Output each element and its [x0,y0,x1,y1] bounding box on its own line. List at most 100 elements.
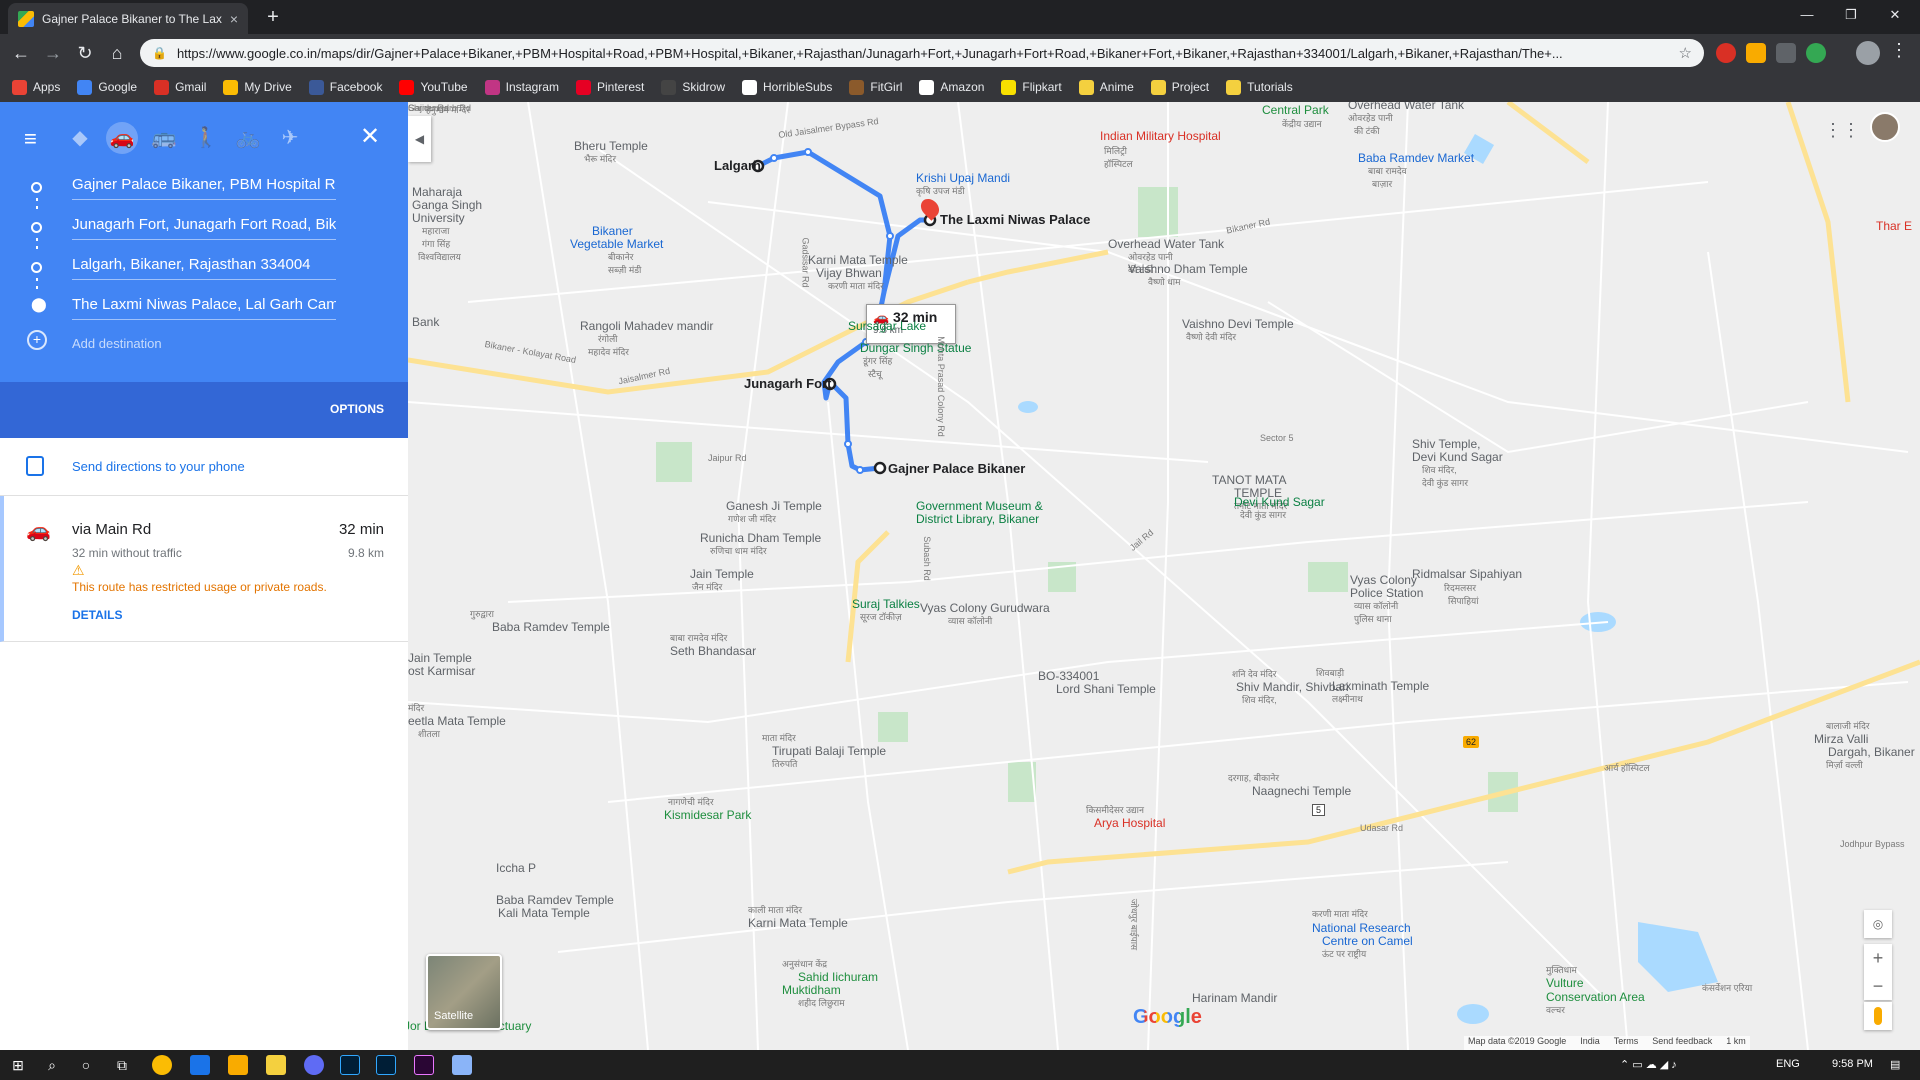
profile-avatar[interactable] [1856,41,1880,65]
place-label-laxmi-niwas[interactable]: The Laxmi Niwas Palace [940,213,1090,226]
map-label[interactable]: Devi Kund Sagar [1234,496,1325,509]
map-label[interactable]: ost Karmisar [408,665,475,678]
map-label[interactable]: Udasar Rd [1360,822,1403,835]
bookmark-facebook[interactable]: Facebook [308,79,382,95]
map-label[interactable]: मिर्ज़ा वल्ली [1826,759,1863,772]
map-label[interactable]: हॉस्पिटल [1104,158,1133,171]
best-mode-icon[interactable]: ◆ [64,122,96,154]
forward-icon[interactable]: → [40,40,66,66]
extension-icon[interactable] [1776,43,1796,63]
map-label[interactable]: Kismidesar Park [664,809,751,822]
map-label[interactable]: कृषि उपज मंडी [916,185,965,198]
bookmark-my-drive[interactable]: My Drive [223,79,292,95]
map-label[interactable]: Mohta Prasad Colony Rd [934,336,947,437]
map-label[interactable]: Bank [412,316,439,329]
windows-start-icon[interactable]: ⊞ [8,1055,28,1075]
chrome-icon[interactable] [152,1055,172,1075]
map-label[interactable]: वैष्णो धाम [1148,276,1181,289]
terms-link[interactable]: Terms [1614,1036,1639,1050]
map-label[interactable]: Centre on Camel [1322,935,1413,948]
bike-mode-icon[interactable]: 🚲 [232,122,264,154]
add-destination-icon[interactable]: + [27,330,47,350]
map-label[interactable]: Muktidham [782,984,841,997]
app-icon[interactable] [266,1055,286,1075]
region-link[interactable]: India [1580,1036,1600,1050]
extension-icon[interactable] [1716,43,1736,63]
map-label[interactable]: कंसर्वेशन एरिया [1702,982,1752,995]
apps-grid-icon[interactable]: ⋮⋮ [1824,120,1860,140]
my-location-button[interactable]: ◎ [1864,910,1892,938]
search-icon[interactable]: ⌕ [42,1055,62,1075]
bookmark-skidrow[interactable]: Skidrow [661,79,725,95]
details-button[interactable]: DETAILS [72,608,122,622]
map-label[interactable]: Iccha P [496,862,536,875]
bookmark-instagram[interactable]: Instagram [484,79,559,95]
waypoint-input-2[interactable]: Junagarh Fort, Junagarh Fort Road, Bik [72,212,336,240]
map-label[interactable]: Baba Ramdev Market [1358,152,1474,165]
zoom-out-button[interactable]: − [1864,972,1892,1000]
map-label[interactable]: बाज़ार [1372,178,1392,191]
map-label[interactable]: Tirupati Balaji Temple [772,745,886,758]
bookmark-amazon[interactable]: Amazon [919,79,984,95]
options-button[interactable]: OPTIONS [330,402,384,416]
map-label[interactable]: स्टैचू [868,368,882,381]
browser-menu-icon[interactable]: ⋮ [1890,40,1908,61]
map-label[interactable]: Ridmalsar Sipahiyan [1412,568,1522,581]
bookmark-gmail[interactable]: Gmail [154,79,206,95]
satellite-toggle[interactable]: Satellite [426,954,502,1030]
send-feedback-link[interactable]: Send feedback [1652,1036,1712,1050]
user-avatar[interactable] [1870,112,1900,142]
map-label[interactable]: गंगा सिंह [422,238,450,251]
map-label[interactable]: Jodhpur Bypass [1840,838,1905,851]
map-label[interactable]: विश्वविद्यालय [418,251,461,264]
map-label[interactable]: Central Park [1262,104,1329,117]
map-label[interactable]: शीतला [418,728,440,741]
zoom-in-button[interactable]: + [1864,944,1892,972]
map-label[interactable]: करणी माता मंदिर [1312,908,1368,921]
file-explorer-icon[interactable] [228,1055,248,1075]
map-label[interactable]: देवी कुंड सागर [1240,509,1286,522]
map-label[interactable]: आर्य हॉस्पिटल [1604,762,1650,775]
address-bar[interactable]: 🔒 https://www.google.co.in/maps/dir/Gajn… [140,39,1704,67]
map-label[interactable]: गुरुद्वारा [470,608,494,621]
map-label[interactable]: University [412,212,465,225]
send-to-phone-link[interactable]: Send directions to your phone [72,460,245,473]
close-directions-icon[interactable]: ✕ [360,122,380,151]
map-label[interactable]: शिव मंदिर, [1422,464,1457,477]
pegman-icon[interactable] [1864,1002,1892,1030]
photoshop-icon[interactable] [340,1055,360,1075]
bookmark-horriblesubs[interactable]: HorribleSubs [742,79,832,95]
tab-close-icon[interactable]: × [230,11,238,27]
extension-icon[interactable] [1806,43,1826,63]
send-to-phone-row[interactable]: Send directions to your phone [0,438,408,496]
walk-mode-icon[interactable]: 🚶 [190,122,222,154]
map-label[interactable]: करणी माता मंदिर [828,280,884,293]
map-label[interactable]: रिदमलसर [1444,582,1476,595]
bookmark-pinterest[interactable]: Pinterest [575,79,644,95]
map-label[interactable]: वैष्णो देवी मंदिर [1186,331,1236,344]
map-label[interactable]: Laxminath Temple [1332,680,1429,693]
route-option[interactable]: 🚗 via Main Rd 32 min 32 min without traf… [0,496,408,642]
waypoint-input-3[interactable]: Lalgarh, Bikaner, Rajasthan 334004 [72,252,336,280]
map-label[interactable]: महाराजा [422,225,450,238]
map-label[interactable]: तिरुपति [772,758,797,771]
map-label[interactable]: Dungar Singh Statue [860,342,971,355]
map-label[interactable]: शिव मंदिर, [1242,694,1277,707]
flight-mode-icon[interactable]: ✈ [274,122,306,154]
map-label[interactable]: Devi Kund Sagar [1412,451,1503,464]
bookmark-flipkart[interactable]: Flipkart [1001,79,1062,95]
transit-mode-icon[interactable]: 🚌 [148,122,180,154]
map-label[interactable]: व्यास कॉलोनी [1354,600,1398,613]
minimize-button[interactable]: — [1784,0,1830,30]
map-label[interactable]: Overhead Water Tank [1348,102,1464,112]
map-label[interactable]: डूंगर सिंह [863,355,892,368]
bookmark-anime[interactable]: Anime [1078,79,1134,95]
map-label[interactable]: Karni Mata Temple [748,917,848,930]
map-label[interactable]: Naagnechi Temple [1252,785,1351,798]
bookmark-apps[interactable]: Apps [12,79,60,95]
map-label[interactable]: eetla Mata Temple [408,715,506,728]
map-label[interactable]: Bheru Temple [574,140,648,153]
map-label[interactable]: Rangoli Mahadev mandir [580,320,713,333]
bookmark-youtube[interactable]: YouTube [399,79,468,95]
map-label[interactable]: महादेव मंदिर [588,346,629,359]
